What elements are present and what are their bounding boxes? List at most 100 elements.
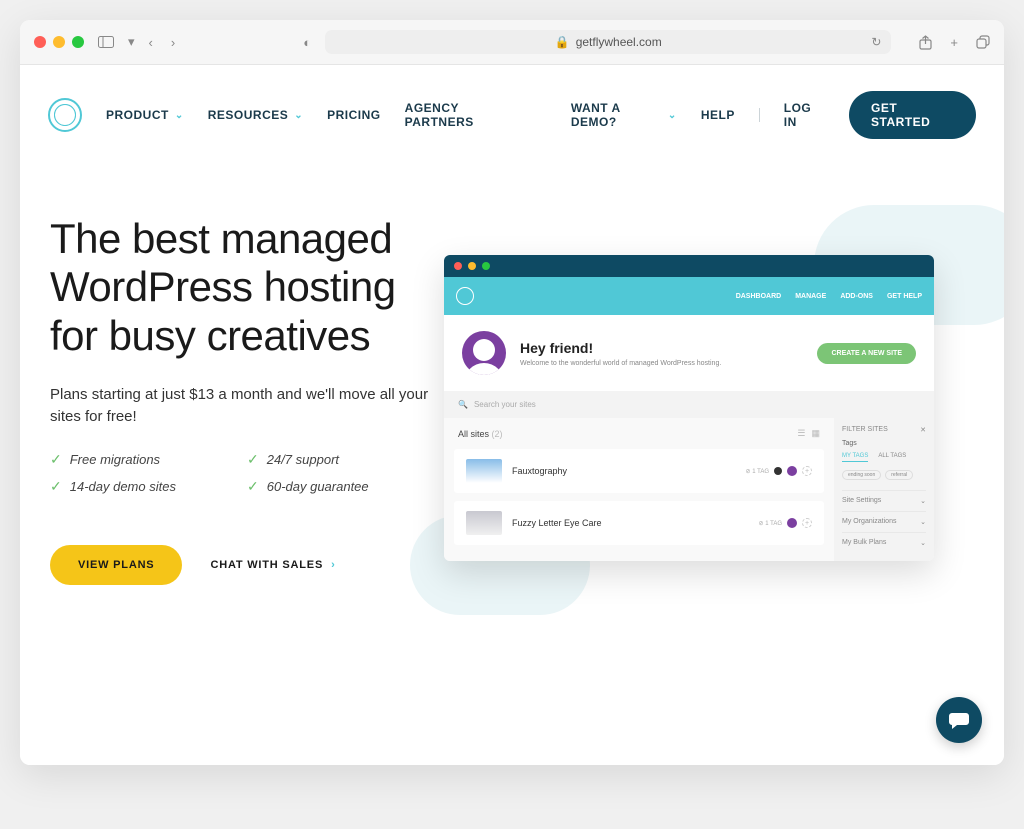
reload-icon[interactable]: ↻ [871,35,881,49]
browser-window: ▾ ‹ › ◐ 🔒 getflywheel.com ↻ + PRODUCT⌄ [20,20,1004,765]
window-minimize[interactable] [53,36,65,48]
search-icon: 🔍 [458,400,468,409]
dash-sidebar: FILTER SITES✕ Tags MY TAGS ALL TAGS endi… [834,418,934,561]
tag-pill: referral [885,470,913,480]
greeting-sub: Welcome to the wonderful world of manage… [520,360,721,367]
sidebar-link: My Organizations⌄ [842,511,926,532]
collaborator-dot [774,467,782,475]
add-icon: + [802,466,812,476]
check-icon: ✓ [50,478,62,495]
nav-agency-partners[interactable]: AGENCY PARTNERS [405,101,523,129]
check-icon: ✓ [247,478,259,495]
forward-button[interactable]: › [171,35,175,50]
window-close[interactable] [34,36,46,48]
flywheel-logo [456,287,474,305]
tag-badge: ⊘ 1 TAG [746,468,770,475]
dash-nav: DASHBOARD MANAGE ADD-ONS GET HELP [736,293,922,300]
new-tab-icon[interactable]: + [950,35,958,50]
window-close [454,262,462,270]
browser-chrome: ▾ ‹ › ◐ 🔒 getflywheel.com ↻ + [20,20,1004,65]
avatar [462,331,506,375]
hero-copy: The best managed WordPress hosting for b… [50,215,430,585]
shield-icon[interactable]: ◐ [303,35,311,50]
nav-arrows: ‹ › [149,35,176,50]
window-minimize [468,262,476,270]
window-maximize [482,262,490,270]
dashboard-mock: DASHBOARD MANAGE ADD-ONS GET HELP Hey fr… [444,255,934,561]
feature-item: ✓24/7 support [247,451,430,468]
collaborator-dot [787,518,797,528]
cta-row: VIEW PLANS CHAT WITH SALES› [50,545,430,585]
site-row: Fuzzy Letter Eye Care ⊘ 1 TAG + [454,501,824,545]
hero-subtext: Plans starting at just $13 a month and w… [50,384,430,429]
tab-my-tags: MY TAGS [842,453,868,462]
check-icon: ✓ [247,451,259,468]
nav-product[interactable]: PRODUCT⌄ [106,108,184,122]
nav-resources[interactable]: RESOURCES⌄ [208,108,303,122]
create-site-button: CREATE A NEW SITE [817,343,916,364]
feature-list: ✓Free migrations ✓24/7 support ✓14-day d… [50,451,430,495]
site-name: Fuzzy Letter Eye Care [512,518,602,528]
tags-header: Tags [842,440,926,447]
get-started-button[interactable]: GET STARTED [849,91,976,139]
chevron-down-icon: ⌄ [175,110,184,121]
greeting: Hey friend! [520,340,721,356]
url-text: getflywheel.com [576,35,662,49]
lock-icon: 🔒 [555,35,570,49]
grid-view-icon: ▦ [811,428,820,439]
sidebar-icon[interactable] [98,36,114,48]
all-sites-header: All sites (2) ☰▦ [444,418,834,449]
sidebar-link: My Bulk Plans⌄ [842,532,926,553]
dash-body: All sites (2) ☰▦ Fauxtography ⊘ 1 TAG [444,418,934,561]
site-nav: PRODUCT⌄ RESOURCES⌄ PRICING AGENCY PARTN… [20,65,1004,165]
hero-headline: The best managed WordPress hosting for b… [50,215,430,360]
search-placeholder: Search your sites [474,400,536,409]
feature-item: ✓60-day guarantee [247,478,430,495]
separator [759,108,760,122]
hero-illustration: DASHBOARD MANAGE ADD-ONS GET HELP Hey fr… [440,215,974,585]
tag-pill: ending soon [842,470,881,480]
page-content: PRODUCT⌄ RESOURCES⌄ PRICING AGENCY PARTN… [20,65,1004,765]
site-thumbnail [466,459,502,483]
feature-item: ✓Free migrations [50,451,233,468]
list-view-icon: ☰ [797,428,805,439]
dash-titlebar [444,255,934,277]
window-maximize[interactable] [72,36,84,48]
tabs-icon[interactable] [976,35,990,50]
sidebar-link: Site Settings⌄ [842,490,926,511]
tag-badge: ⊘ 1 TAG [759,520,783,527]
feature-item: ✓14-day demo sites [50,478,233,495]
nav-demo[interactable]: WANT A DEMO?⌄ [571,101,677,129]
dash-topbar: DASHBOARD MANAGE ADD-ONS GET HELP [444,277,934,315]
nav-login[interactable]: LOG IN [784,101,825,129]
site-row: Fauxtography ⊘ 1 TAG + [454,449,824,493]
dash-nav-item: MANAGE [795,293,826,300]
hero-section: The best managed WordPress hosting for b… [20,165,1004,665]
chat-widget-button[interactable] [936,697,982,743]
share-icon[interactable] [919,35,932,50]
dash-search: 🔍 Search your sites [444,391,934,418]
site-thumbnail [466,511,502,535]
filter-label: FILTER SITES [842,426,888,434]
traffic-lights [34,36,84,48]
address-bar[interactable]: 🔒 getflywheel.com ↻ [325,30,891,54]
nav-pricing[interactable]: PRICING [327,108,381,122]
flywheel-logo[interactable] [48,98,82,132]
nav-help[interactable]: HELP [701,108,735,122]
chat-with-sales-link[interactable]: CHAT WITH SALES› [210,559,335,571]
dash-nav-item: ADD-ONS [840,293,873,300]
dash-welcome: Hey friend! Welcome to the wonderful wor… [444,315,934,391]
close-icon: ✕ [920,426,926,434]
collaborator-dot [787,466,797,476]
add-icon: + [802,518,812,528]
dash-nav-item: DASHBOARD [736,293,782,300]
dash-nav-item: GET HELP [887,293,922,300]
chevron-down-icon: ⌄ [668,110,677,121]
chevron-right-icon: › [331,559,335,571]
back-button[interactable]: ‹ [149,35,153,50]
chevron-down-icon[interactable]: ▾ [128,34,135,50]
site-name: Fauxtography [512,466,567,476]
chevron-down-icon: ⌄ [294,110,303,121]
view-plans-button[interactable]: VIEW PLANS [50,545,182,585]
check-icon: ✓ [50,451,62,468]
